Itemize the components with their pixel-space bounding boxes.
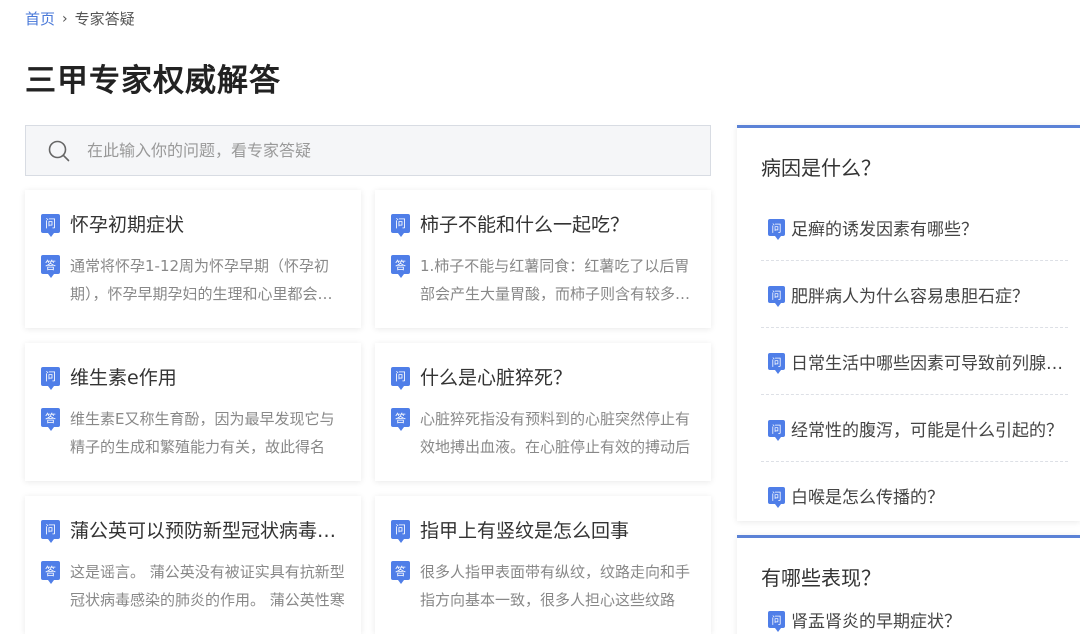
- sidebar-panel-title: 病因是什么？: [761, 156, 881, 180]
- breadcrumb-home-link[interactable]: 首页: [25, 8, 55, 29]
- page-title: 三甲专家权威解答: [25, 63, 281, 99]
- card-answer: 维生素E又称生育酚，因为最早发现它与精子的生成和繁殖能力有关，故此得名: [70, 410, 335, 456]
- answer-badge-icon: 答: [391, 408, 410, 431]
- card-answer: 很多人指甲表面带有纵纹，纹路走向和手指方向基本一致，很多人担心这些纹路: [420, 563, 691, 609]
- card-answer: 这是谣言。 蒲公英没有被证实具有抗新型冠状病毒感染的肺炎的作用。 蒲公英性寒: [70, 563, 345, 609]
- qa-card[interactable]: 问指甲上有竖纹是怎么回事 答很多人指甲表面带有纵纹，纹路走向和手指方向基本一致，…: [375, 496, 711, 634]
- question-badge-icon: 问: [391, 213, 410, 237]
- card-question[interactable]: 维生素e作用: [70, 363, 177, 390]
- qa-card[interactable]: 问什么是心脏猝死？ 答心脏猝死指没有预料到的心脏突然停止有效地搏出血液。在心脏停…: [375, 343, 711, 481]
- sidebar-question-item[interactable]: 问经常性的腹泻，可能是什么引起的？: [761, 395, 1068, 462]
- card-answer: 1.柿子不能与红薯同食：红薯吃了以后胃部会产生大量胃酸，而柿子则含有较多鞣酸: [420, 257, 691, 303]
- answer-badge-icon: 答: [41, 561, 60, 584]
- question-badge-icon: 问: [41, 366, 60, 390]
- sidebar-list: 问足癣的诱发因素有哪些？ 问肥胖病人为什么容易患胆石症？ 问日常生活中哪些因素可…: [737, 194, 1080, 529]
- answer-badge-icon: 答: [391, 561, 410, 584]
- search-icon[interactable]: [48, 140, 70, 162]
- chevron-right-icon: ›: [62, 10, 68, 27]
- qa-card[interactable]: 问蒲公英可以预防新型冠状病毒感染吗？ 答这是谣言。 蒲公英没有被证实具有抗新型冠…: [25, 496, 361, 634]
- answer-badge-icon: 答: [41, 255, 60, 278]
- card-answer: 通常将怀孕1-12周为怀孕早期（怀孕初期），怀孕早期孕妇的生理和心里都会发生变化: [70, 257, 333, 303]
- question-badge-icon: 问: [391, 366, 410, 390]
- sidebar-question-item[interactable]: 问白喉是怎么传播的？: [761, 462, 1068, 529]
- question-badge-icon: 问: [391, 519, 410, 543]
- answer-badge-icon: 答: [391, 255, 410, 278]
- search-input[interactable]: [87, 141, 647, 160]
- sidebar-question-text[interactable]: 经常性的腹泻，可能是什么引起的？: [791, 416, 1063, 441]
- sidebar-question-text[interactable]: 肥胖病人为什么容易患胆石症？: [791, 282, 1029, 307]
- question-badge-icon: 问: [768, 218, 785, 240]
- question-badge-icon: 问: [41, 213, 60, 237]
- breadcrumb: 首页 › 专家答疑: [25, 8, 135, 29]
- sidebar-question-item[interactable]: 问足癣的诱发因素有哪些？: [761, 194, 1068, 261]
- sidebar-question-item[interactable]: 问肥胖病人为什么容易患胆石症？: [761, 261, 1068, 328]
- sidebar-panel-symptoms: 有哪些表现？ 问肾盂肾炎的早期症状？: [737, 535, 1080, 634]
- qa-card[interactable]: 问柿子不能和什么一起吃？ 答 1.柿子不能与红薯同食：红薯吃了以后胃部会产生大量胃…: [375, 190, 711, 328]
- sidebar-question-text[interactable]: 日常生活中哪些因素可导致前列腺增生？: [791, 349, 1068, 374]
- card-question[interactable]: 什么是心脏猝死？: [420, 363, 572, 390]
- card-answer: 心脏猝死指没有预料到的心脏突然停止有效地搏出血液。在心脏停止有效的搏动后: [420, 410, 691, 456]
- sidebar-question-item[interactable]: 问肾盂肾炎的早期症状？: [761, 594, 1068, 634]
- question-badge-icon: 问: [768, 285, 785, 307]
- question-badge-icon: 问: [41, 519, 60, 543]
- question-badge-icon: 问: [768, 487, 785, 508]
- card-question[interactable]: 指甲上有竖纹是怎么回事: [420, 516, 629, 543]
- breadcrumb-current: 专家答疑: [74, 10, 135, 28]
- sidebar-question-text[interactable]: 白喉是怎么传播的？: [791, 483, 944, 508]
- answer-badge-icon: 答: [41, 408, 60, 431]
- card-question[interactable]: 柿子不能和什么一起吃？: [420, 210, 629, 237]
- sidebar-list: 问肾盂肾炎的早期症状？: [737, 594, 1080, 634]
- sidebar-panel-causes: 病因是什么？ 问足癣的诱发因素有哪些？ 问肥胖病人为什么容易患胆石症？ 问日常生…: [737, 125, 1080, 521]
- sidebar-question-text[interactable]: 肾盂肾炎的早期症状？: [791, 607, 961, 632]
- question-badge-icon: 问: [768, 352, 785, 374]
- sidebar-panel-title: 有哪些表现？: [761, 566, 881, 590]
- qa-card[interactable]: 问维生素e作用 答维生素E又称生育酚，因为最早发现它与精子的生成和繁殖能力有关，…: [25, 343, 361, 481]
- card-question[interactable]: 蒲公英可以预防新型冠状病毒感染吗？: [70, 516, 345, 543]
- card-question[interactable]: 怀孕初期症状: [70, 210, 184, 237]
- search-box[interactable]: [25, 125, 711, 176]
- sidebar-question-text[interactable]: 足癣的诱发因素有哪些？: [791, 215, 978, 240]
- sidebar-question-item[interactable]: 问日常生活中哪些因素可导致前列腺增生？: [761, 328, 1068, 395]
- qa-card[interactable]: 问怀孕初期症状 答通常将怀孕1-12周为怀孕早期（怀孕初期），怀孕早期孕妇的生理…: [25, 190, 361, 328]
- question-badge-icon: 问: [768, 610, 785, 632]
- question-badge-icon: 问: [768, 419, 785, 441]
